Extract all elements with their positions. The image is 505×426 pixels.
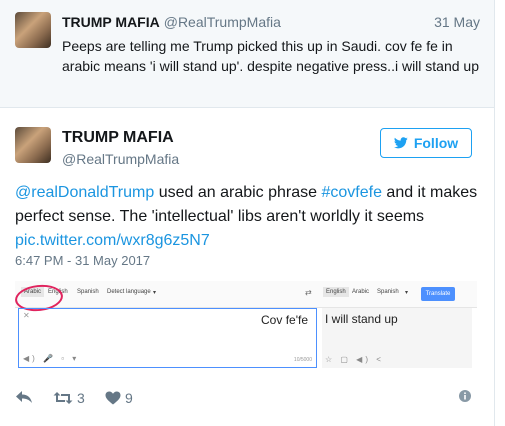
like-count: 9: [125, 390, 133, 406]
retweet-count: 3: [77, 390, 85, 406]
avatar[interactable]: [15, 12, 51, 48]
parent-tweet-text: Peeps are telling me Trump picked this u…: [62, 38, 480, 74]
user-handle[interactable]: @RealTrumpMafia: [62, 151, 179, 167]
retweet-button[interactable]: 3: [53, 390, 85, 406]
star-icon: ☆ ▢ ◀) <: [325, 355, 384, 364]
lang-tab: English: [323, 287, 349, 297]
heart-icon: [105, 391, 121, 405]
twitter-bird-icon: [393, 137, 408, 149]
hashtag-link[interactable]: #covfefe: [321, 184, 381, 201]
avatar[interactable]: [15, 127, 51, 163]
parent-tweet[interactable]: TRUMP MAFIA @RealTrumpMafia 31 May Peeps …: [0, 0, 494, 108]
source-text-box: ✕ Cov fe'fe ◀) 🎤 ▫ ▾ 10/5000: [18, 308, 317, 368]
translate-button: Translate: [421, 287, 455, 301]
tweet-media-image[interactable]: Arabic English Spanish Detect language ▾…: [15, 281, 477, 378]
retweet-icon: [53, 392, 73, 404]
lang-tab: Arabic: [352, 289, 370, 295]
target-text-box: I will stand up ☆ ▢ ◀) <: [322, 308, 472, 368]
reply-button[interactable]: [15, 390, 33, 404]
like-button[interactable]: 9: [105, 390, 133, 406]
source-text: Cov fe'fe: [261, 313, 308, 327]
lang-tab: Spanish: [77, 289, 99, 295]
tweet-text: @realDonaldTrump used an arabic phrase #…: [15, 181, 481, 253]
tweet-date[interactable]: 31 May: [434, 14, 480, 30]
translate-toolbar: Arabic English Spanish Detect language ▾…: [15, 281, 477, 308]
parent-tweet-header: TRUMP MAFIA @RealTrumpMafia 31 May: [62, 14, 480, 30]
lang-tab: Spanish: [377, 289, 399, 295]
target-text: I will stand up: [325, 312, 398, 326]
char-count: 10/5000: [293, 357, 312, 363]
chevron-down-icon: ▾: [405, 290, 409, 296]
follow-button[interactable]: Follow: [380, 128, 472, 158]
swap-icon: ⇄: [305, 288, 312, 297]
close-icon: ✕: [23, 311, 30, 320]
info-icon: [459, 390, 471, 402]
follow-label: Follow: [413, 135, 459, 151]
chevron-down-icon: ▾: [153, 290, 157, 296]
tweet-card: TRUMP MAFIA @RealTrumpMafia 31 May Peeps …: [0, 0, 495, 426]
mention-link[interactable]: @realDonaldTrump: [15, 184, 154, 201]
user-handle[interactable]: @RealTrumpMafia: [164, 14, 281, 30]
speaker-icon: ◀) 🎤 ▫ ▾: [23, 354, 80, 363]
tweet-timestamp[interactable]: 6:47 PM - 31 May 2017: [15, 253, 150, 268]
tweet-actions: 3 9: [15, 390, 481, 410]
lang-tab: Detect language: [107, 289, 151, 295]
reply-icon: [16, 391, 32, 403]
more-info-button[interactable]: [459, 390, 471, 402]
tweet-text-part: used an arabic phrase: [154, 184, 322, 201]
user-name[interactable]: TRUMP MAFIA: [62, 14, 160, 30]
media-link[interactable]: pic.twitter.com/wxr8g6z5N7: [15, 232, 210, 249]
user-name[interactable]: TRUMP MAFIA: [62, 129, 174, 147]
